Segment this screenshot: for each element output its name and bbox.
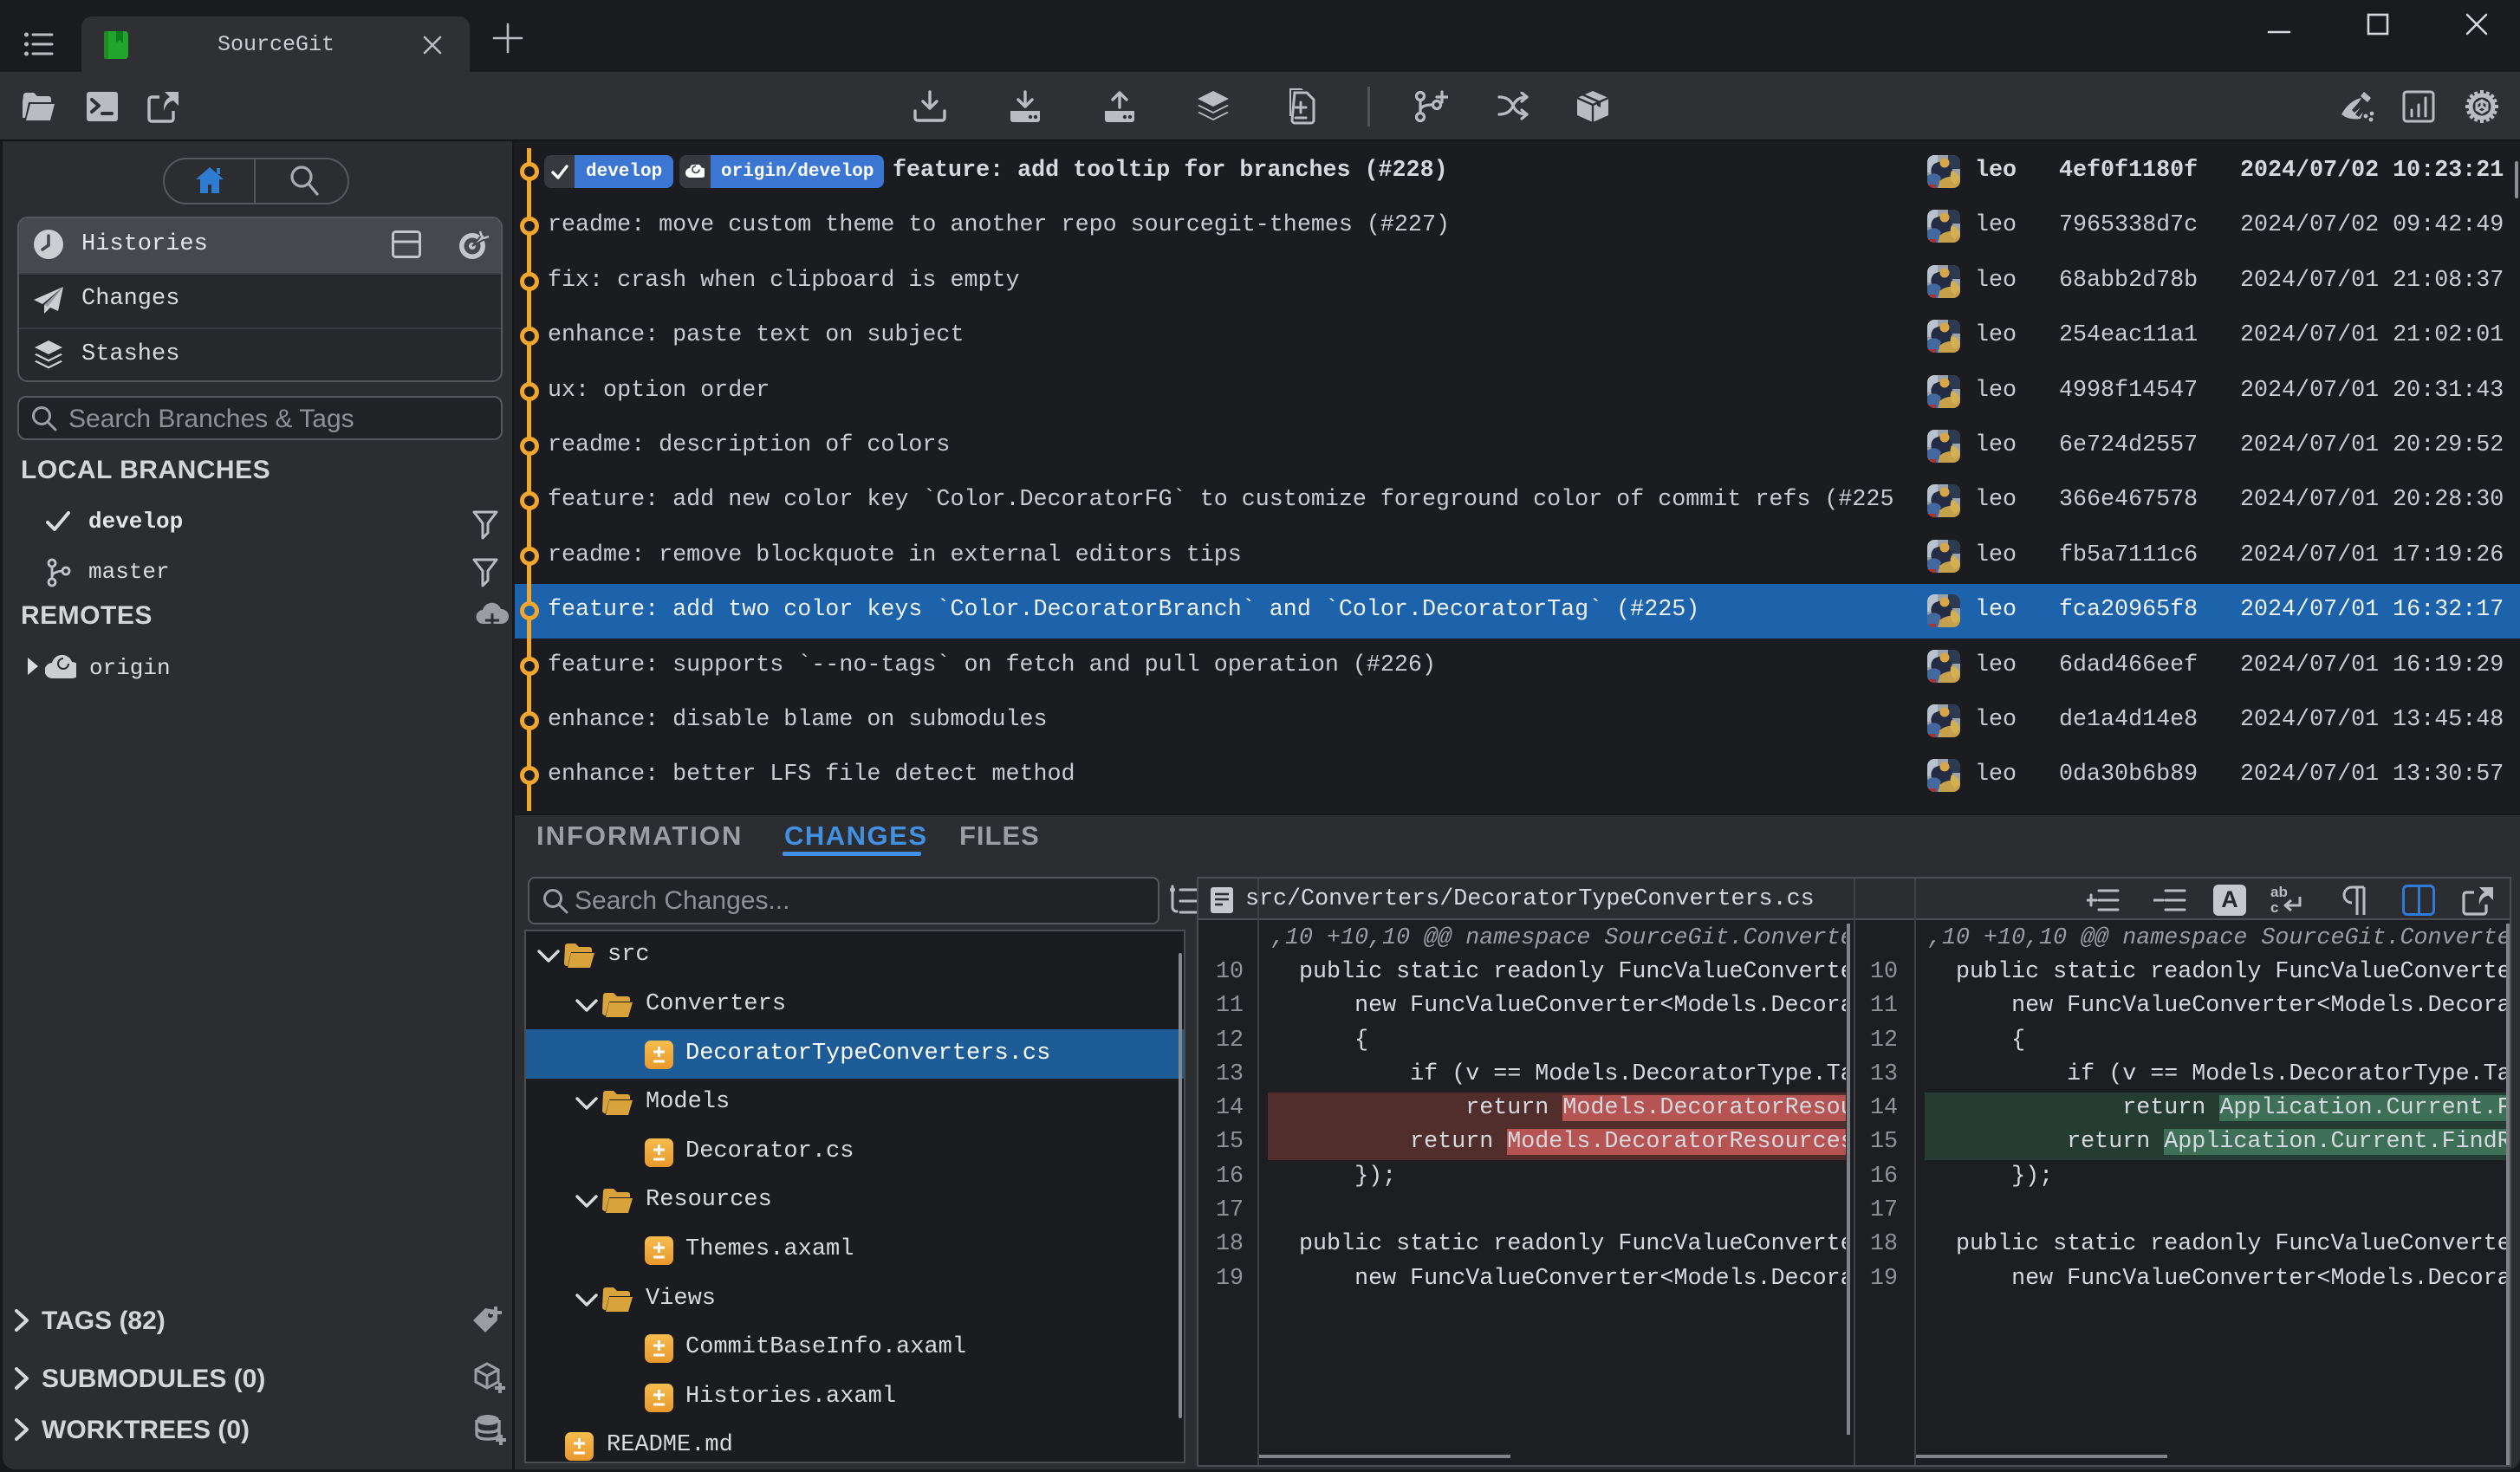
svg-text:c: c bbox=[2270, 899, 2278, 916]
svg-text:ab: ab bbox=[2270, 885, 2288, 900]
